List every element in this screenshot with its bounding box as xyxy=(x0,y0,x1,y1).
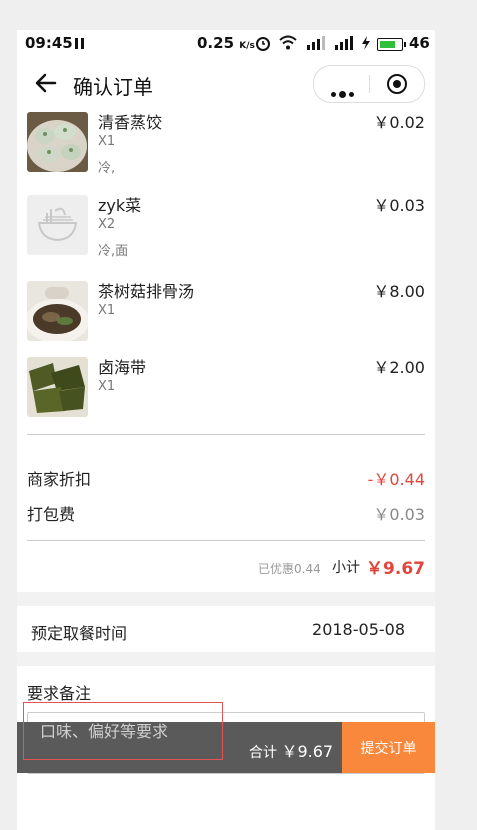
saved-amount: 已优惠0.44 xyxy=(258,562,321,576)
submit-order-button[interactable]: 提交订单 xyxy=(342,722,435,773)
more-icon[interactable] xyxy=(331,82,357,101)
page-title: 确认订单 xyxy=(73,75,153,99)
item-name: 卤海带 xyxy=(98,358,147,377)
bottom-bar: 合计 ￥9.67 提交订单 xyxy=(17,702,435,773)
back-arrow-icon[interactable] xyxy=(35,72,57,94)
remarks-label: 要求备注 xyxy=(27,684,92,703)
mini-program-capsule xyxy=(313,65,425,103)
pickup-time-row[interactable]: 预定取餐时间 2018-05-08 xyxy=(17,606,435,652)
phone-screen: 09:45 0.25 K/s 46 确认订单 清香蒸饺 X1 冷, ￥0.02 … xyxy=(17,30,435,830)
soup-thumbnail xyxy=(27,281,88,341)
nav-bar: 确认订单 xyxy=(17,56,435,112)
battery-level: 46 xyxy=(409,34,430,52)
discount-label: 商家折扣 xyxy=(27,470,92,489)
network-speed: 0.25 K/s xyxy=(197,34,255,52)
item-quantity: X1 xyxy=(98,303,116,318)
item-quantity: X2 xyxy=(98,217,116,232)
alarm-icon xyxy=(256,37,270,51)
status-bar: 09:45 0.25 K/s 46 xyxy=(17,30,435,56)
item-quantity: X1 xyxy=(98,134,116,149)
pickup-time-value[interactable]: 2018-05-08 xyxy=(312,620,405,639)
item-price: ￥2.00 xyxy=(373,358,425,377)
packing-fee-label: 打包费 xyxy=(27,505,76,524)
item-price: ￥8.00 xyxy=(373,282,425,301)
status-time: 09:45 xyxy=(25,34,73,52)
placeholder-bowl-icon xyxy=(27,195,88,255)
divider xyxy=(27,434,425,435)
pause-icon xyxy=(75,38,85,49)
item-quantity: X1 xyxy=(98,379,116,394)
divider xyxy=(27,540,425,541)
discount-value: -￥0.44 xyxy=(367,470,425,489)
item-name: 茶树菇排骨汤 xyxy=(98,282,195,301)
battery-icon xyxy=(377,38,406,51)
remarks-input[interactable] xyxy=(23,702,223,760)
signal-icon xyxy=(335,36,353,50)
kelp-thumbnail xyxy=(27,357,88,417)
item-name: 清香蒸饺 xyxy=(98,113,163,132)
wifi-icon xyxy=(279,35,297,50)
order-card: 清香蒸饺 X1 冷, ￥0.02 zyk菜 X2 冷,面 ￥0.03 茶树菇排骨… xyxy=(17,112,435,592)
pickup-time-label: 预定取餐时间 xyxy=(31,624,128,643)
subtotal-label: 小计 xyxy=(332,560,360,576)
packing-fee-value: ￥0.03 xyxy=(373,505,425,524)
close-target-icon[interactable] xyxy=(387,74,407,94)
capsule-divider xyxy=(369,75,370,93)
item-price: ￥0.02 xyxy=(373,113,425,132)
total-amount: 合计 ￥9.67 xyxy=(249,742,334,761)
dumpling-thumbnail xyxy=(27,112,88,172)
subtotal-value: ￥9.67 xyxy=(366,559,425,579)
item-price: ￥0.03 xyxy=(373,196,425,215)
item-note: 冷,面 xyxy=(98,244,129,259)
item-note: 冷, xyxy=(98,161,116,176)
item-name: zyk菜 xyxy=(98,196,142,215)
charging-icon xyxy=(362,36,370,50)
signal-4g-icon xyxy=(307,36,325,50)
